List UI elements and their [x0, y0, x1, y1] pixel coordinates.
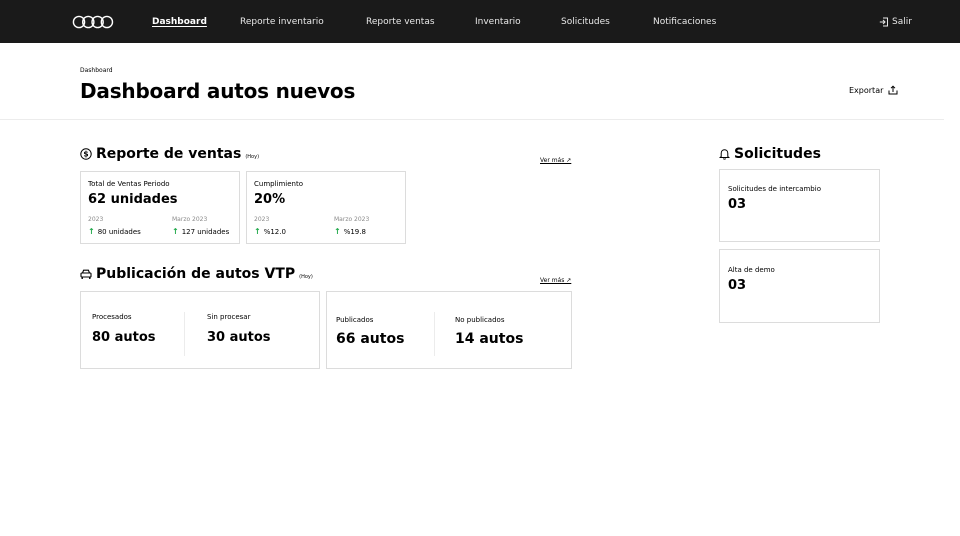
published-label: Publicados: [336, 316, 374, 324]
brand-logo[interactable]: [72, 15, 114, 29]
vtp-published-card: Publicados 66 autos No publicados 14 aut…: [326, 291, 572, 369]
card-right-value: ↑ 127 unidades: [172, 227, 229, 236]
arrow-up-icon: ↑: [88, 227, 95, 236]
car-icon: [80, 269, 92, 279]
nav-reporte-ventas[interactable]: Reporte ventas: [366, 17, 435, 27]
card-left-value-text: %12.0: [263, 227, 286, 236]
exchange-requests-value: 03: [728, 197, 747, 212]
demo-requests-label: Alta de demo: [728, 266, 775, 274]
nav-solicitudes[interactable]: Solicitudes: [561, 17, 610, 27]
card-value: 62 unidades: [88, 192, 178, 207]
card-label: Total de Ventas Periodo: [88, 180, 170, 188]
sales-compliance-card: Cumplimiento 20% 2023 ↑ %12.0 Marzo 2023 …: [246, 171, 406, 244]
card-right-value-text: 127 unidades: [181, 227, 230, 236]
top-navigation: Dashboard Reporte inventario Reporte ven…: [0, 0, 960, 43]
card-label: Cumplimiento: [254, 180, 304, 188]
vtp-see-more-link[interactable]: Ver más ↗: [540, 277, 571, 284]
bell-icon: [719, 149, 730, 160]
card-right-label: Marzo 2023: [172, 216, 208, 223]
vtp-title: Publicación de autos VTP: [96, 266, 296, 282]
requests-title: Solicitudes: [734, 146, 821, 162]
card-left-value: ↑ %12.0: [254, 227, 286, 236]
page-title: Dashboard autos nuevos: [80, 79, 356, 103]
nav-reporte-inventario[interactable]: Reporte inventario: [240, 17, 324, 27]
unpublished-label: No publicados: [455, 316, 505, 324]
upload-icon: [888, 85, 898, 95]
vtp-processed-card: Procesados 80 autos Sin procesar 30 auto…: [80, 291, 320, 369]
card-divider: [184, 312, 185, 356]
arrow-up-icon: ↑: [172, 227, 179, 236]
nav-dashboard[interactable]: Dashboard: [152, 17, 207, 27]
vtp-section-title: Publicación de autos VTP (Hoy): [80, 266, 313, 282]
sales-subtitle: (Hoy): [245, 154, 260, 160]
exchange-requests-card[interactable]: Solicitudes de intercambio 03: [719, 169, 880, 242]
logout-label: Salir: [892, 17, 912, 27]
processed-label: Procesados: [92, 313, 132, 321]
export-label: Exportar: [849, 85, 884, 95]
card-left-value: ↑ 80 unidades: [88, 227, 141, 236]
published-value: 66 autos: [336, 331, 405, 347]
card-divider: [434, 312, 435, 356]
sales-title: Reporte de ventas: [96, 146, 242, 162]
nav-inventario[interactable]: Inventario: [475, 17, 521, 27]
arrow-up-icon: ↑: [334, 227, 341, 236]
demo-requests-card[interactable]: Alta de demo 03: [719, 249, 880, 323]
processed-value: 80 autos: [92, 330, 156, 345]
requests-section-title: Solicitudes: [719, 146, 821, 162]
arrow-up-icon: ↑: [254, 227, 261, 236]
logout-icon: [879, 17, 888, 27]
unprocessed-label: Sin procesar: [207, 313, 251, 321]
card-value: 20%: [254, 192, 286, 207]
export-button[interactable]: Exportar: [849, 85, 898, 95]
sales-total-card: Total de Ventas Periodo 62 unidades 2023…: [80, 171, 240, 244]
card-right-value-text: %19.8: [343, 227, 366, 236]
sales-section-title: $ Reporte de ventas (Hoy): [80, 146, 259, 162]
demo-requests-value: 03: [728, 278, 747, 293]
dollar-icon: $: [80, 148, 92, 160]
unpublished-value: 14 autos: [455, 331, 524, 347]
card-left-value-text: 80 unidades: [97, 227, 141, 236]
breadcrumb[interactable]: Dashboard: [80, 67, 113, 74]
card-left-label: 2023: [254, 216, 270, 223]
card-left-label: 2023: [88, 216, 104, 223]
svg-text:$: $: [83, 150, 88, 159]
card-right-label: Marzo 2023: [334, 216, 370, 223]
card-right-value: ↑ %19.8: [334, 227, 366, 236]
header-divider: [0, 119, 944, 120]
sales-see-more-link[interactable]: Ver más ↗: [540, 157, 571, 164]
nav-notificaciones[interactable]: Notificaciones: [653, 17, 716, 27]
logout-button[interactable]: Salir: [879, 17, 912, 27]
vtp-subtitle: (Hoy): [299, 274, 313, 280]
exchange-requests-label: Solicitudes de intercambio: [728, 185, 821, 193]
unprocessed-value: 30 autos: [207, 330, 271, 345]
